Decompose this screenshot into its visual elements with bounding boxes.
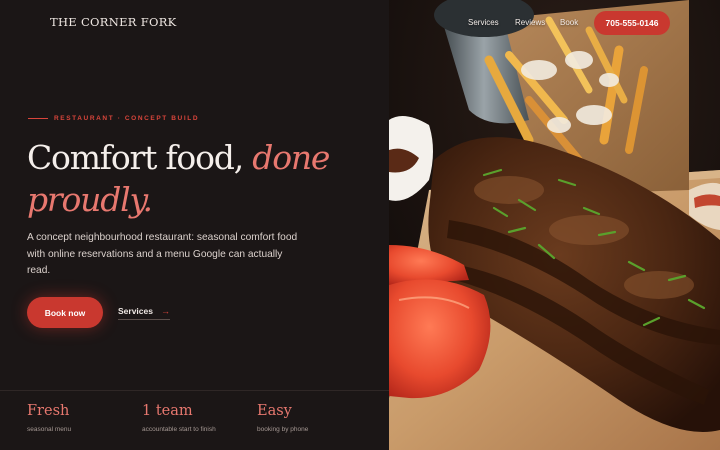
- stat-team: 1 team accountable start to finish: [142, 403, 216, 433]
- services-link-label: Services: [118, 306, 153, 316]
- stat-value: Easy: [257, 403, 292, 419]
- hero-food-photo: [389, 0, 720, 450]
- nav-services[interactable]: Services: [468, 18, 499, 27]
- eyebrow-text: RESTAURANT · CONCEPT BUILD: [54, 114, 200, 122]
- headline-accent-1: done: [252, 138, 330, 177]
- stat-value: Fresh: [27, 403, 70, 419]
- stat-label: seasonal menu: [27, 426, 72, 433]
- book-now-button[interactable]: Book now: [27, 297, 103, 328]
- stats-divider: [0, 390, 389, 391]
- stat-easy: Easy booking by phone: [257, 403, 308, 433]
- hero-panel: THE CORNER FORK RESTAURANT · CONCEPT BUI…: [0, 0, 389, 450]
- services-link[interactable]: Services →: [118, 306, 170, 320]
- headline-plain: Comfort food,: [27, 138, 244, 177]
- nav-book[interactable]: Book: [560, 18, 578, 27]
- arrow-right-icon: →: [160, 306, 170, 316]
- brand-logo[interactable]: THE CORNER FORK: [50, 15, 177, 29]
- stat-value: 1 team: [142, 403, 193, 419]
- eyebrow: RESTAURANT · CONCEPT BUILD: [28, 112, 199, 124]
- hero-description: A concept neighbourhood restaurant: seas…: [27, 232, 298, 276]
- stat-fresh: Fresh seasonal menu: [27, 403, 71, 433]
- phone-button[interactable]: 705-555-0146: [594, 11, 670, 35]
- hero-headline: Comfort food, done proudly.: [27, 137, 382, 221]
- ribs-fries-photo: [389, 0, 720, 450]
- stat-label: accountable start to finish: [142, 426, 216, 433]
- eyebrow-rule: [28, 117, 48, 119]
- nav-reviews[interactable]: Reviews: [515, 18, 545, 27]
- headline-accent-2: proudly.: [27, 180, 153, 219]
- stat-label: booking by phone: [257, 426, 309, 433]
